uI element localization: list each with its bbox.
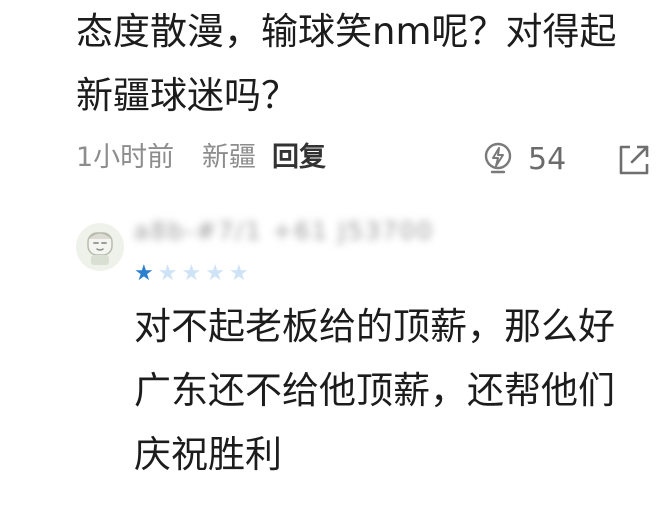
star-rating: ★ ★ ★ ★ ★	[134, 263, 249, 285]
comment-meta-row: 1小时前 新疆 回复 54	[76, 136, 660, 182]
star-icon: ★	[157, 261, 178, 286]
reply-username[interactable]: a8b-#7/1 +61 J53700	[134, 217, 454, 245]
star-icon: ★	[205, 261, 225, 286]
like-count: 54	[528, 141, 567, 177]
comment-time: 1小时前	[76, 142, 175, 173]
star-icon: ★	[228, 261, 249, 286]
comment-text: 态度散漫，输球笑nm呢？对得起新疆球迷吗？	[76, 10, 617, 117]
avatar-face-icon	[87, 232, 113, 265]
star-icon: ★	[134, 261, 154, 286]
reply-text: 对不起老板给的顶薪，那么好广东还不给他顶薪，还帮他们庆祝胜利	[134, 305, 615, 476]
avatar[interactable]	[76, 223, 124, 271]
reply-button[interactable]: 回复	[272, 140, 326, 176]
reply-item: a8b-#7/1 +61 J53700 ★ ★ ★ ★ ★ 对不起老板给的顶薪，那么好广…	[76, 205, 660, 507]
comment-location: 新疆	[202, 142, 256, 173]
lightbulb-icon	[484, 142, 512, 174]
like-button[interactable]: 54	[480, 136, 590, 182]
share-icon[interactable]	[616, 142, 652, 178]
star-icon: ★	[181, 261, 202, 286]
